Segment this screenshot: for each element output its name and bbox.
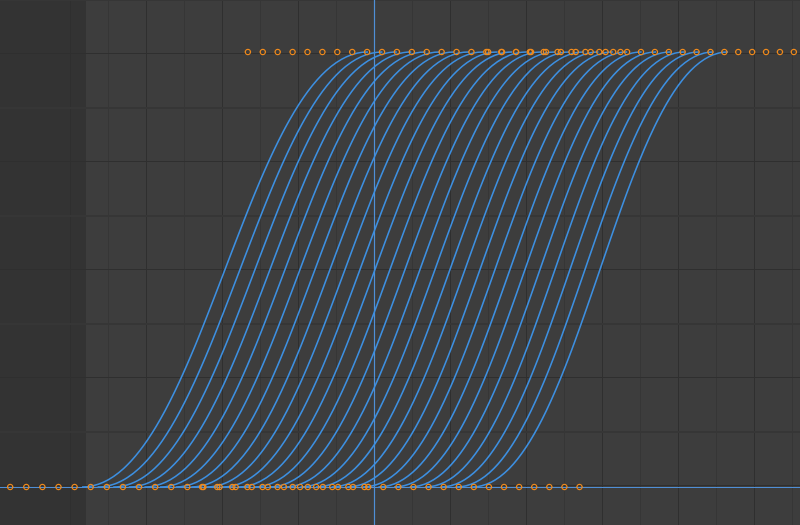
graph-editor[interactable]: [0, 0, 800, 525]
grid-lines: [0, 0, 800, 525]
graph-canvas[interactable]: [0, 0, 800, 525]
sidebar-shade: [0, 0, 86, 525]
